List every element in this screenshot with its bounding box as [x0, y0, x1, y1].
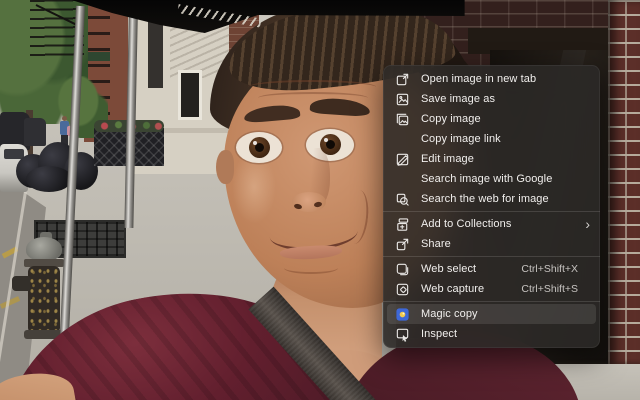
eye — [236, 132, 282, 163]
menu-item-open-image-in-new-tab[interactable]: Open image in new tab — [383, 69, 600, 89]
search-web-image-icon — [395, 192, 410, 207]
menu-item-save-image-as[interactable]: Save image as — [383, 89, 600, 109]
menu-separator — [383, 256, 600, 257]
menu-item-copy-image-link[interactable]: Copy image link — [383, 129, 600, 149]
edit-image-icon — [395, 152, 410, 167]
menu-item-label: Edit image — [421, 153, 590, 165]
menu-item-search-the-web-for-image[interactable]: Search the web for image — [383, 189, 600, 209]
screenshot: Open image in new tab Save image as Copy i… — [0, 0, 640, 400]
share-icon — [395, 237, 410, 252]
menu-item-label: Add to Collections — [421, 218, 585, 230]
collections-icon — [395, 217, 410, 232]
context-menu: Open image in new tab Save image as Copy i… — [383, 65, 600, 348]
copy-image-icon — [395, 112, 410, 127]
hydrant-dome — [26, 237, 62, 261]
menu-item-shortcut: Ctrl+Shift+X — [521, 263, 590, 275]
menu-item-magic-copy[interactable]: Magic copy — [387, 304, 596, 324]
menu-item-inspect[interactable]: Inspect — [383, 324, 600, 344]
brick-column — [608, 0, 640, 370]
menu-item-label: Search the web for image — [421, 193, 590, 205]
menu-item-label: Web capture — [421, 283, 521, 295]
no-icon — [395, 172, 410, 187]
menu-separator — [383, 211, 600, 212]
menu-item-add-to-collections[interactable]: Add to Collections› — [383, 214, 600, 234]
menu-item-shortcut: Ctrl+Shift+S — [521, 283, 590, 295]
menu-item-label: Copy image — [421, 113, 590, 125]
menu-item-label: Magic copy — [421, 308, 590, 320]
menu-item-web-capture[interactable]: Web captureCtrl+Shift+S — [383, 279, 600, 299]
window — [148, 20, 163, 88]
menu-item-label: Open image in new tab — [421, 73, 590, 85]
web-select-icon — [395, 262, 410, 277]
trash-bag — [26, 166, 72, 192]
menu-item-copy-image[interactable]: Copy image — [383, 109, 600, 129]
ear — [216, 150, 234, 184]
menu-item-search-image-with-google[interactable]: Search image with Google — [383, 169, 600, 189]
inspect-icon — [395, 327, 410, 342]
menu-item-label: Save image as — [421, 93, 590, 105]
menu-item-label: Copy image link — [421, 133, 590, 145]
menu-item-label: Share — [421, 238, 590, 250]
save-image-icon — [395, 92, 410, 107]
menu-item-edit-image[interactable]: Edit image — [383, 149, 600, 169]
hydrant-nozzle — [12, 276, 30, 291]
hydrant-body — [28, 266, 60, 332]
magic-copy-extension-icon — [395, 307, 410, 322]
iris — [249, 137, 270, 158]
menu-item-share[interactable]: Share — [383, 234, 600, 254]
open-image-new-tab-icon — [395, 72, 410, 87]
menu-separator — [383, 301, 600, 302]
menu-item-label: Inspect — [421, 328, 590, 340]
no-icon — [395, 132, 410, 147]
chevron-right-icon: › — [585, 217, 590, 231]
web-capture-icon — [395, 282, 410, 297]
menu-item-label: Web select — [421, 263, 521, 275]
chin-crease — [284, 262, 338, 274]
menu-item-label: Search image with Google — [421, 173, 590, 185]
trash-bags — [16, 138, 98, 194]
menu-item-web-select[interactable]: Web selectCtrl+Shift+X — [383, 259, 600, 279]
window — [178, 70, 202, 120]
